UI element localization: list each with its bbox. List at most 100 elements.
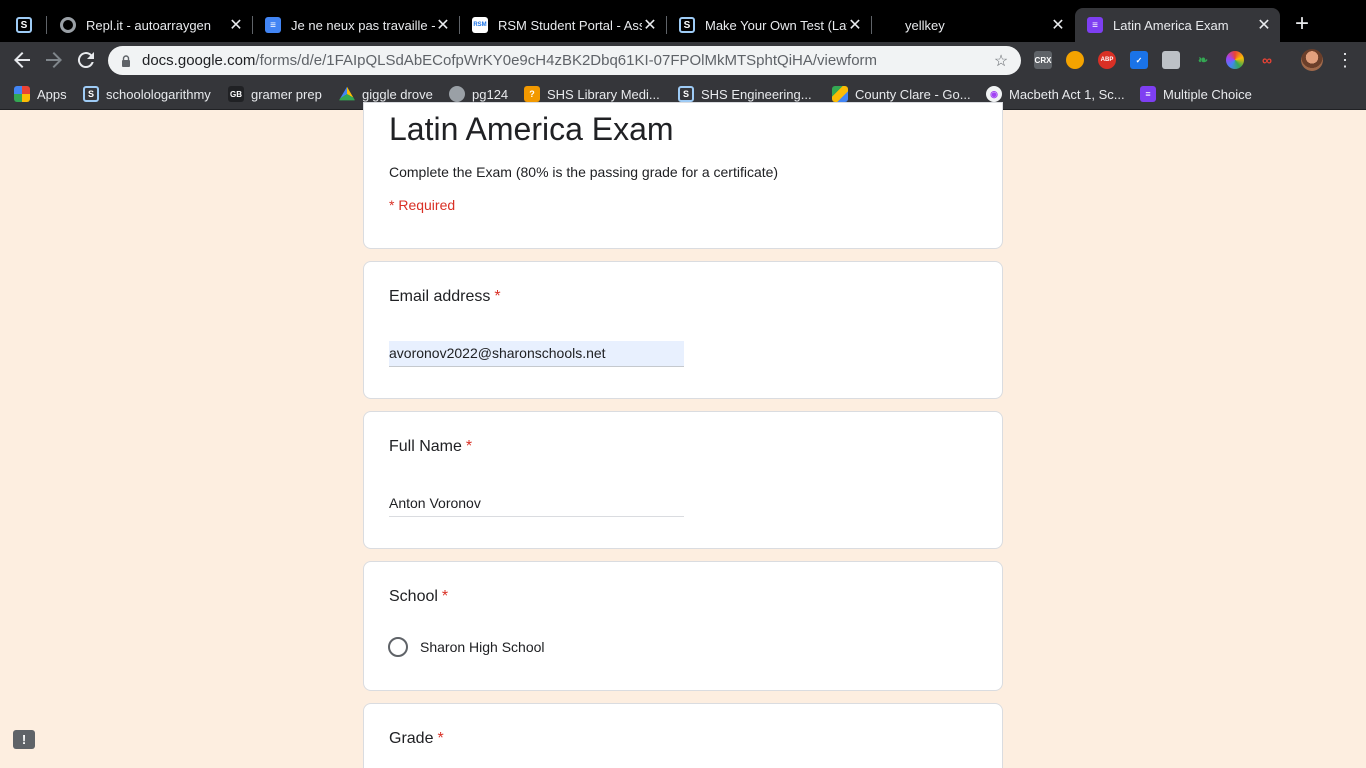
- bookmark-shs-engineering[interactable]: S SHS Engineering...: [678, 85, 812, 103]
- bookmark-label: County Clare - Go...: [855, 86, 971, 102]
- radio-option-sharon-high-school[interactable]: Sharon High School: [388, 636, 545, 658]
- close-icon[interactable]: ✕: [642, 15, 658, 35]
- question-title: School *: [389, 588, 448, 606]
- required-note: * Required: [389, 197, 456, 213]
- check-extension-icon[interactable]: ✓: [1130, 51, 1148, 69]
- profile-avatar[interactable]: [1301, 49, 1323, 71]
- question-school: School * Sharon High School: [363, 561, 1003, 691]
- close-icon[interactable]: ✕: [1256, 15, 1272, 35]
- bookmark-macbeth[interactable]: ◉ Macbeth Act 1, Sc...: [986, 85, 1125, 103]
- tab-google-doc[interactable]: ≡ Je ne neux pas travaille - ✕: [253, 8, 459, 42]
- forward-arrow-icon[interactable]: [42, 48, 66, 72]
- menu-dots-icon[interactable]: ⋮: [1336, 48, 1354, 72]
- apps-grid-icon: [14, 86, 30, 102]
- close-icon[interactable]: ✕: [1050, 15, 1066, 35]
- bookmark-gramer-prep[interactable]: GB gramer prep: [228, 85, 322, 103]
- question-grade: Grade *: [363, 703, 1003, 768]
- email-field[interactable]: avoronov2022@sharonschools.net: [389, 341, 684, 367]
- close-icon[interactable]: ✕: [228, 15, 244, 35]
- bookmark-label: pg124: [472, 86, 509, 102]
- question-label: Full Name: [389, 438, 462, 455]
- tab-strip: S Repl.it - autoarraygen ✕ ≡ Je ne neux …: [0, 0, 1366, 42]
- tab-title: Latin America Exam: [1113, 17, 1229, 33]
- required-asterisk: *: [441, 588, 449, 605]
- radio-label: Sharon High School: [420, 639, 545, 655]
- url-domain: docs.google.com: [142, 52, 256, 69]
- report-feedback-icon[interactable]: !: [13, 730, 35, 749]
- adblock-plus-icon[interactable]: ABP: [1098, 51, 1116, 69]
- question-full-name: Full Name * Anton Voronov: [363, 411, 1003, 549]
- new-tab-button[interactable]: +: [1290, 12, 1314, 36]
- google-maps-icon: [832, 86, 848, 102]
- tab-title: yellkey: [905, 17, 945, 33]
- url-text: docs.google.com/forms/d/e/1FAIpQLSdAbECo…: [142, 52, 991, 69]
- tab-yellkey[interactable]: yellkey ✕: [872, 8, 1074, 42]
- browser-toolbar: docs.google.com/forms/d/e/1FAIpQLSdAbECo…: [0, 42, 1366, 78]
- lock-icon: [122, 54, 130, 67]
- library-icon: ?: [524, 86, 540, 102]
- bookmark-label: Apps: [37, 86, 67, 102]
- full-name-field[interactable]: Anton Voronov: [389, 491, 684, 517]
- tab-title: Make Your Own Test (Lat: [705, 17, 847, 33]
- google-forms-icon: ≡: [1140, 86, 1156, 102]
- reload-icon[interactable]: [74, 48, 98, 72]
- rsm-icon: RSM: [472, 17, 488, 33]
- owl-extension-icon[interactable]: [1066, 51, 1084, 69]
- bookmark-label: gramer prep: [251, 86, 322, 102]
- briefcase-extension-icon[interactable]: [1162, 51, 1180, 69]
- radio-button[interactable]: [388, 637, 408, 657]
- leaf-extension-icon[interactable]: ❧: [1194, 51, 1212, 69]
- crx-extension-icon[interactable]: CRX: [1034, 51, 1052, 69]
- question-title: Grade *: [389, 730, 444, 748]
- question-title: Email address *: [389, 288, 501, 306]
- replit-icon: [60, 17, 76, 33]
- bookmark-label: Multiple Choice: [1163, 86, 1252, 102]
- bookmark-label: Macbeth Act 1, Sc...: [1009, 86, 1125, 102]
- schoology-icon: S: [83, 86, 99, 102]
- schoology-icon: S: [678, 86, 694, 102]
- bookmark-label: giggle drove: [362, 86, 433, 102]
- tab-rsm-portal[interactable]: RSM RSM Student Portal - Ass ✕: [460, 8, 666, 42]
- form-header-card: Latin America Exam Complete the Exam (80…: [363, 102, 1003, 249]
- address-bar[interactable]: docs.google.com/forms/d/e/1FAIpQLSdAbECo…: [108, 46, 1021, 75]
- bookmark-county-clare[interactable]: County Clare - Go...: [832, 85, 971, 103]
- bookmark-label: SHS Engineering...: [701, 86, 812, 102]
- back-arrow-icon[interactable]: [10, 48, 34, 72]
- tab-schoology-pinned[interactable]: S: [4, 8, 48, 42]
- required-asterisk: *: [437, 730, 444, 747]
- question-label: School: [389, 588, 438, 605]
- tab-make-your-own-test[interactable]: S Make Your Own Test (Lat ✕: [667, 8, 871, 42]
- macbeth-icon: ◉: [986, 86, 1002, 102]
- question-title: Full Name *: [389, 438, 472, 456]
- google-docs-icon: ≡: [265, 17, 281, 33]
- tab-latin-america-exam[interactable]: ≡ Latin America Exam ✕: [1075, 8, 1280, 42]
- bookmark-multiple-choice[interactable]: ≡ Multiple Choice: [1140, 85, 1252, 103]
- color-extension-icon[interactable]: [1226, 51, 1244, 69]
- schoology-icon: S: [679, 17, 695, 33]
- form-description: Complete the Exam (80% is the passing gr…: [389, 164, 779, 180]
- bookmark-star-icon[interactable]: ☆: [991, 51, 1011, 71]
- bookmark-label: schoolologarithmy: [106, 86, 211, 102]
- question-label: Email address: [389, 288, 491, 305]
- globe-icon: [449, 86, 465, 102]
- tab-separator: [46, 16, 47, 34]
- bookmark-shs-library[interactable]: ? SHS Library Medi...: [524, 85, 660, 103]
- close-icon[interactable]: ✕: [435, 15, 451, 35]
- close-icon[interactable]: ✕: [847, 15, 863, 35]
- bookmark-label: SHS Library Medi...: [547, 86, 660, 102]
- required-asterisk: *: [494, 288, 501, 305]
- bookmark-apps[interactable]: Apps: [14, 85, 67, 103]
- tab-replit[interactable]: Repl.it - autoarraygen ✕: [48, 8, 252, 42]
- schoology-icon: S: [16, 17, 32, 33]
- tab-title: Je ne neux pas travaille -: [291, 17, 435, 33]
- bookmark-giggle-drove[interactable]: giggle drove: [339, 85, 433, 103]
- bookmark-schoolologarithmy[interactable]: S schoolologarithmy: [83, 85, 211, 103]
- infinity-extension-icon[interactable]: ∞: [1258, 51, 1276, 69]
- tab-title: RSM Student Portal - Ass: [498, 17, 642, 33]
- bookmark-pg124[interactable]: pg124: [449, 85, 508, 103]
- required-asterisk: *: [465, 438, 473, 455]
- form-title: Latin America Exam: [389, 111, 674, 147]
- gbl-icon: GB: [228, 86, 244, 102]
- url-path: /forms/d/e/1FAIpQLSdAbECofpWrKY0e9cH4zBK…: [255, 52, 878, 69]
- question-label: Grade: [389, 730, 434, 747]
